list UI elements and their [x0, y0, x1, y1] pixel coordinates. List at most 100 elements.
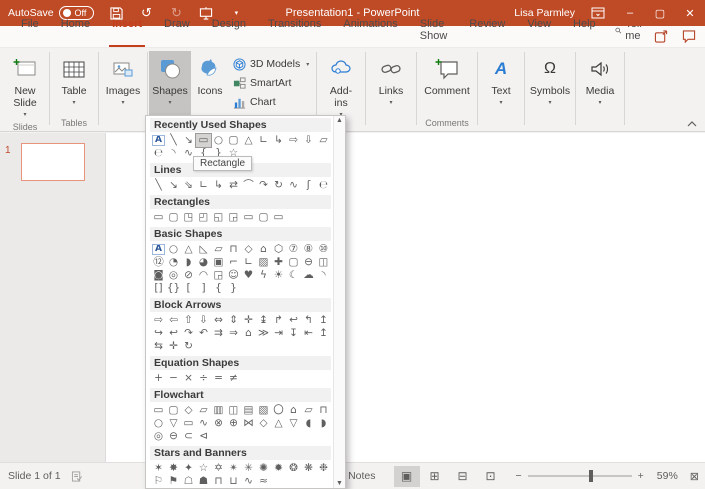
symbols-button[interactable]: Ω Symbols ▾: [526, 51, 574, 116]
shape-callout-quad-arrow[interactable]: ✛: [166, 340, 181, 353]
comment-button[interactable]: Comment: [418, 51, 476, 116]
shape-arrow-curved-right[interactable]: ↪: [151, 327, 166, 340]
shape-cloud[interactable]: ☁: [301, 269, 316, 282]
shape-teardrop[interactable]: ◕: [196, 256, 211, 269]
shape-math-multiply[interactable]: ×: [181, 372, 196, 385]
shape-star-7-point[interactable]: ✴: [226, 462, 241, 475]
shape-arrow-left-up[interactable]: ↰: [301, 314, 316, 327]
shape-flow-stored-data[interactable]: ◖: [301, 417, 316, 430]
shape-curved-connector[interactable]: ⌒: [241, 179, 256, 192]
shape-wave[interactable]: ∿: [241, 475, 256, 488]
shape-flow-manual-input[interactable]: ▱: [301, 404, 316, 417]
shape-elbow-connector[interactable]: ∟: [196, 179, 211, 192]
shape-parallelogram[interactable]: ▱: [211, 243, 226, 256]
shape-flow-direct-access-storage[interactable]: ⊂: [181, 430, 196, 443]
shape-lightning-bolt[interactable]: ϟ: [256, 269, 271, 282]
shape-sun[interactable]: ☀: [271, 269, 286, 282]
shape-arrow-curved-up[interactable]: ↷: [181, 327, 196, 340]
media-button[interactable]: Media ▾: [577, 51, 623, 116]
shape-right-brace[interactable]: }: [226, 282, 241, 295]
shape-flow-punched-tape[interactable]: ∿: [196, 417, 211, 430]
shape-flow-merge[interactable]: ▽: [286, 417, 301, 430]
shape-star-12-point[interactable]: ✹: [271, 462, 286, 475]
shape-star-16-point[interactable]: ❂: [286, 462, 301, 475]
shape-curved-arrow[interactable]: ↷: [256, 179, 271, 192]
shape-flow-alternate-process[interactable]: ▢: [166, 404, 181, 417]
menu-scrollbar[interactable]: ▲ ▼: [333, 116, 345, 488]
smartart-button[interactable]: SmartArt: [233, 75, 311, 91]
tab-draw[interactable]: Draw: [153, 15, 201, 47]
shape-isosceles-triangle[interactable]: △: [181, 243, 196, 256]
shape-callout-left-arrow[interactable]: ⇤: [301, 327, 316, 340]
text-button[interactable]: A Text ▾: [479, 51, 523, 116]
shape-snip-corner-rectangle[interactable]: ▱: [316, 134, 331, 147]
shape-flow-collate[interactable]: ⋈: [241, 417, 256, 430]
shape-elbow-arrow-connector[interactable]: ↳: [211, 179, 226, 192]
shape-octagon[interactable]: ⑧: [301, 243, 316, 256]
shape-star-8-point[interactable]: ✳: [241, 462, 256, 475]
shape-snip-diagonal-corner[interactable]: ◱: [211, 211, 226, 224]
table-button[interactable]: Table ▾: [51, 51, 97, 116]
shape-arrow-u-turn[interactable]: ↩: [286, 314, 301, 327]
shape-arrow-striped-right[interactable]: ⇉: [211, 327, 226, 340]
shape-right-triangle[interactable]: ◺: [196, 243, 211, 256]
shape-half-frame[interactable]: ⌐: [226, 256, 241, 269]
shape-ribbon-curved-down[interactable]: ☗: [196, 475, 211, 488]
shape-flow-sort[interactable]: ◇: [256, 417, 271, 430]
shape-math-plus[interactable]: +: [151, 372, 166, 385]
normal-view-button[interactable]: ▣: [394, 466, 420, 487]
shape-double-wave[interactable]: ≈: [256, 475, 271, 488]
shape-explosion-1[interactable]: ✶: [151, 462, 166, 475]
shape-ribbon-curved-up[interactable]: ☖: [181, 475, 196, 488]
shape-arrow-right[interactable]: ⇨: [286, 134, 301, 147]
maximize-button[interactable]: ▢: [645, 0, 675, 26]
shape-round-diagonal-corner[interactable]: ▭: [271, 211, 286, 224]
shape-rectangle[interactable]: ▭: [151, 211, 166, 224]
shape-arrow-down[interactable]: ⇩: [196, 314, 211, 327]
shape-arrow-left-right[interactable]: ⇔: [211, 314, 226, 327]
shape-star-6-point[interactable]: ✡: [211, 462, 226, 475]
shape-cube[interactable]: ◫: [316, 256, 331, 269]
addins-button[interactable]: Add-ins ▾: [318, 51, 364, 120]
reading-view-button[interactable]: ⊟: [450, 466, 476, 487]
shape-arrow-up-down[interactable]: ⇕: [226, 314, 241, 327]
shape-double-brace[interactable]: {}: [166, 282, 181, 295]
shapes-button[interactable]: Shapes ▾: [149, 51, 191, 116]
shape-decagon[interactable]: ⑩: [316, 243, 331, 256]
shape-elbow-double-arrow[interactable]: ⇄: [226, 179, 241, 192]
shape-flow-connector[interactable]: ○: [151, 417, 166, 430]
shape-diamond[interactable]: ◇: [241, 243, 256, 256]
shape-ribbon-up[interactable]: ⚐: [151, 475, 166, 488]
shape-arrow-circular[interactable]: ↻: [181, 340, 196, 353]
shape-scribble[interactable]: ℮: [151, 147, 166, 160]
zoom-out-button[interactable]: −: [516, 470, 522, 482]
images-button[interactable]: Images ▾: [100, 51, 146, 116]
shape-callout-up-arrow[interactable]: ↥: [316, 327, 331, 340]
shape-isosceles-triangle[interactable]: △: [241, 134, 256, 147]
new-slide-button[interactable]: New Slide ▾: [2, 51, 48, 120]
shape-arrow-right[interactable]: ⇨: [151, 314, 166, 327]
3d-models-button[interactable]: 3D Models ▾: [233, 56, 311, 72]
shape-arc[interactable]: ◝: [316, 269, 331, 282]
shape-flow-document[interactable]: ▤: [241, 404, 256, 417]
shape-flow-card[interactable]: ▭: [181, 417, 196, 430]
shape-flow-predefined-process[interactable]: ▥: [211, 404, 226, 417]
shape-line-double-arrow[interactable]: ⇘: [181, 179, 196, 192]
shape-right-bracket[interactable]: ]: [196, 282, 211, 295]
tab-insert[interactable]: Insert: [101, 15, 153, 47]
shape-star-24-point[interactable]: ❋: [301, 462, 316, 475]
shape-flow-extract[interactable]: △: [271, 417, 286, 430]
shape-flow-multidocument[interactable]: ▧: [256, 404, 271, 417]
shape-scribble[interactable]: ℮: [316, 179, 331, 192]
shape-arrow-bent[interactable]: ↱: [271, 314, 286, 327]
shape-donut[interactable]: ◎: [166, 269, 181, 282]
chart-button[interactable]: Chart: [233, 94, 311, 110]
shape-rounded-rectangle[interactable]: ▢: [166, 211, 181, 224]
shape-diagonal-stripe[interactable]: ▨: [256, 256, 271, 269]
shape-double-bracket[interactable]: []: [151, 282, 166, 295]
shape-snip-single-corner[interactable]: ◳: [181, 211, 196, 224]
shape-math-not-equal[interactable]: ≠: [226, 372, 241, 385]
shape-can[interactable]: ⊖: [301, 256, 316, 269]
shape-arrow-notched-right[interactable]: ⇒: [226, 327, 241, 340]
shape-text-box[interactable]: A: [151, 243, 166, 256]
